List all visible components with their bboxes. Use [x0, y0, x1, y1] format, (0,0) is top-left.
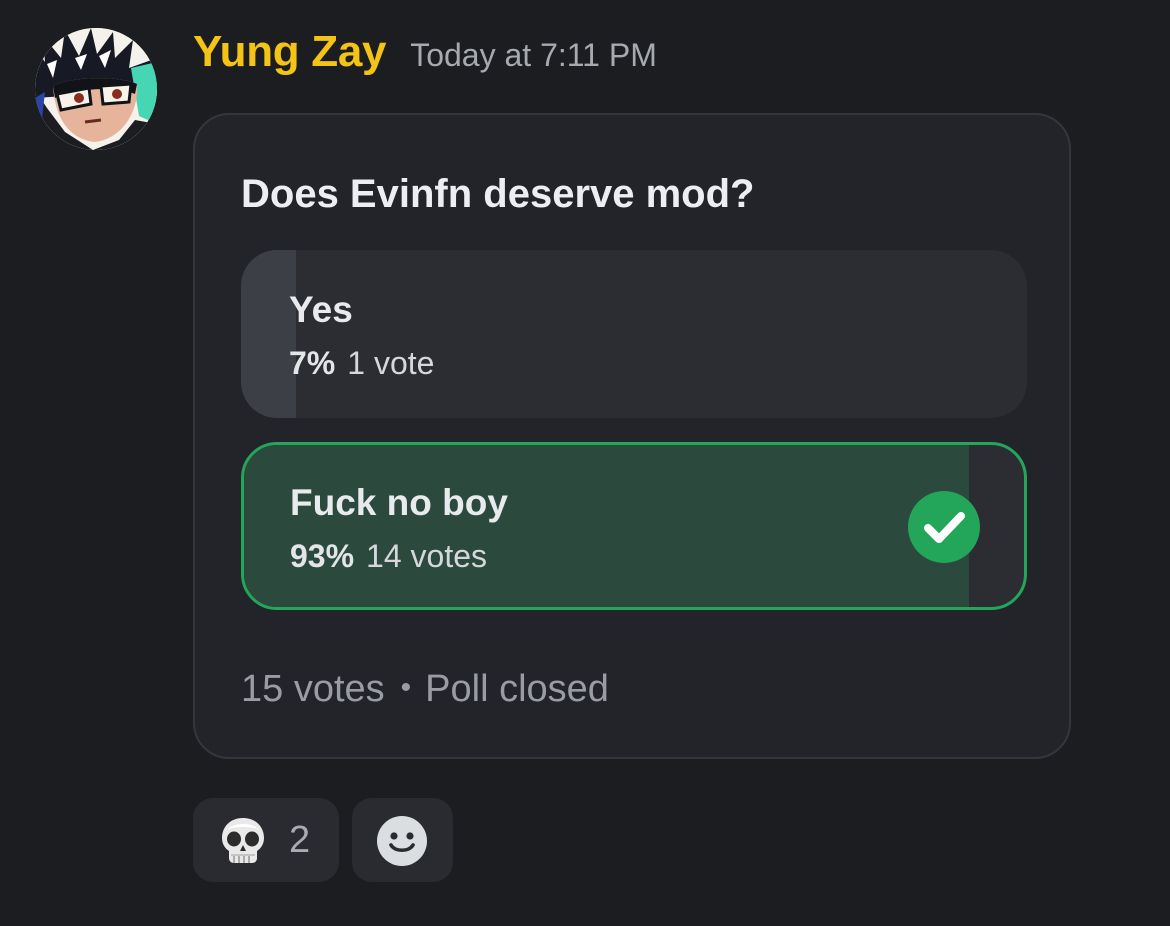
poll-answer-label: Fuck no boy: [290, 482, 508, 523]
author-name[interactable]: Yung Zay: [193, 22, 387, 82]
poll-question: Does Evinfn deserve mod?: [241, 172, 755, 216]
poll-answer-yes[interactable]: Yes 7% 1 vote: [241, 250, 1027, 418]
poll-total-votes: 15 votes: [241, 668, 385, 710]
chat-message: Yung Zay Today at 7:11 PM Does Evinfn de…: [0, 0, 1170, 926]
poll-card: Does Evinfn deserve mod? Yes 7% 1 vote Fu…: [193, 113, 1071, 759]
poll-answer-votes: 1 vote: [347, 345, 435, 381]
poll-footer: 15 votes • Poll closed: [241, 661, 609, 716]
poll-answer-votes: 14 votes: [366, 538, 488, 574]
poll-answer-stats: 93% 14 votes: [290, 534, 487, 584]
skull-icon: [222, 818, 264, 863]
smile-icon: [377, 816, 427, 866]
add-reaction-button[interactable]: [352, 798, 453, 882]
avatar-image: [35, 28, 157, 150]
message-timestamp: Today at 7:11 PM: [410, 37, 657, 73]
poll-answer-fuck-no-boy[interactable]: Fuck no boy 93% 14 votes: [241, 442, 1027, 610]
message-header: Yung Zay Today at 7:11 PM: [193, 22, 657, 82]
poll-answer-percent: 93%: [290, 538, 355, 574]
check-circle-icon: [908, 491, 980, 563]
poll-answer-stats: 7% 1 vote: [289, 341, 434, 391]
reaction-count: 2: [289, 819, 311, 861]
reaction-skull[interactable]: 2: [193, 798, 339, 882]
poll-answer-fill: [241, 250, 297, 418]
avatar[interactable]: [35, 28, 157, 150]
poll-status: Poll closed: [425, 668, 609, 710]
poll-answer-percent: 7%: [289, 345, 336, 381]
separator-dot: •: [400, 671, 412, 704]
poll-answer-label: Yes: [289, 289, 353, 330]
